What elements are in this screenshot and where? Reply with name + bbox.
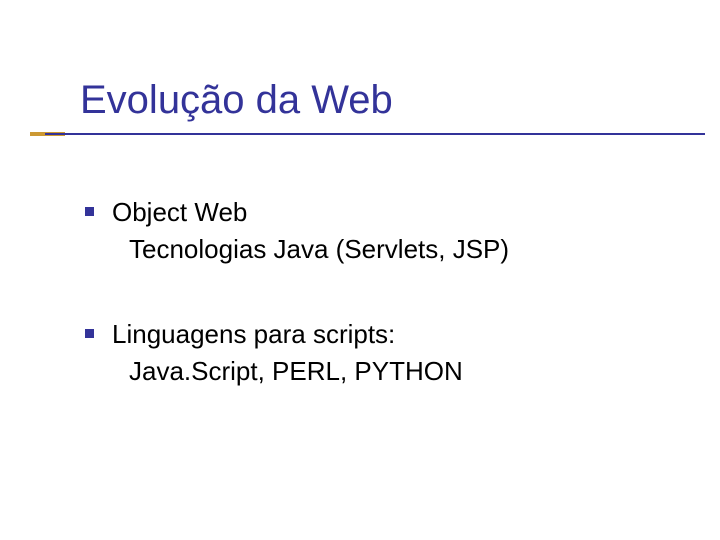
bullet-detail-text: Java.Script, PERL, PYTHON xyxy=(129,354,670,389)
bullet-detail-line: Java.Script, PERL, PYTHON xyxy=(85,354,670,389)
title-underline xyxy=(45,133,705,135)
bullet-heading-line: Linguagens para scripts: xyxy=(85,317,670,352)
bullet-item: Object Web Tecnologias Java (Servlets, J… xyxy=(85,195,670,267)
square-bullet-icon xyxy=(85,207,94,216)
slide: Evolução da Web Object Web Tecnologias J… xyxy=(0,0,720,540)
title-area: Evolução da Web xyxy=(80,78,680,123)
bullet-heading-line: Object Web xyxy=(85,195,670,230)
bullet-heading-text: Object Web xyxy=(112,195,247,230)
bullet-detail-line: Tecnologias Java (Servlets, JSP) xyxy=(85,232,670,267)
square-bullet-icon xyxy=(85,329,94,338)
bullet-item: Linguagens para scripts: Java.Script, PE… xyxy=(85,317,670,389)
content-area: Object Web Tecnologias Java (Servlets, J… xyxy=(85,195,670,439)
bullet-heading-text: Linguagens para scripts: xyxy=(112,317,395,352)
bullet-detail-text: Tecnologias Java (Servlets, JSP) xyxy=(129,232,670,267)
slide-title: Evolução da Web xyxy=(80,78,680,123)
